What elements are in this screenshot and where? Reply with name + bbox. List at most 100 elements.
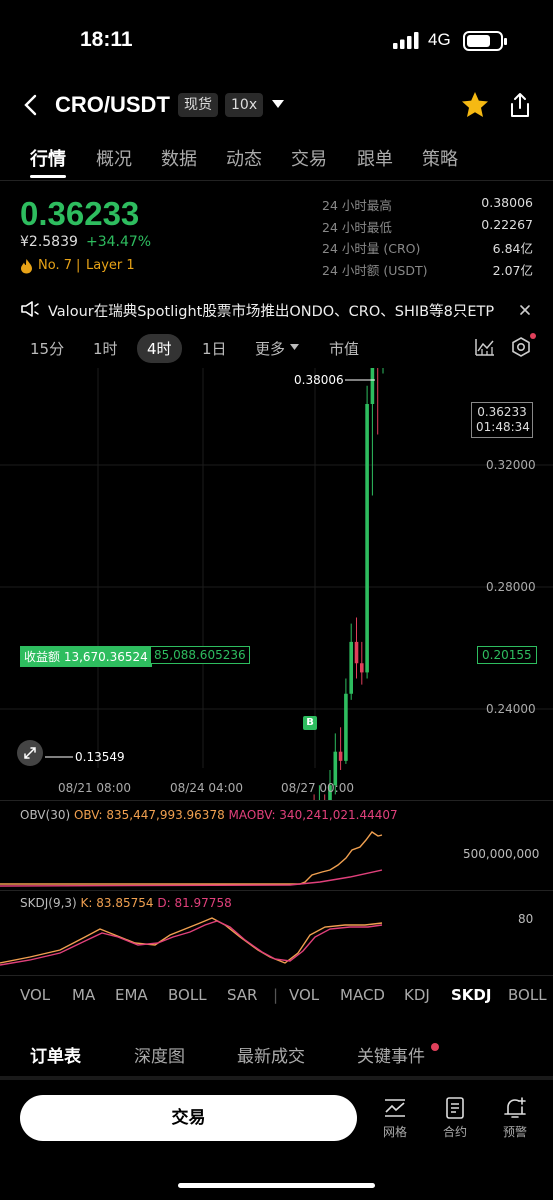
position-amount: 85,088.605236	[150, 646, 250, 664]
share-icon[interactable]	[507, 91, 533, 119]
price-axis-label: 0.28000	[486, 580, 536, 594]
position-pnl-label[interactable]: 收益额 13,670.36524	[20, 646, 152, 667]
current-price-tag: 0.36233 01:48:34	[471, 402, 533, 438]
indicator-icon[interactable]	[474, 337, 496, 357]
market-cap-toggle[interactable]: 市值	[329, 338, 359, 359]
time-axis-label: 08/21 08:00	[58, 781, 131, 795]
contract-label: 合约	[442, 1125, 467, 1139]
divider	[0, 180, 553, 181]
fire-icon	[21, 259, 32, 274]
notification-dot	[530, 333, 536, 339]
stat-label: 24 小时最高	[322, 198, 392, 213]
contract-button[interactable]: 合约	[435, 1096, 475, 1140]
layer-badge[interactable]: Layer 1	[86, 258, 135, 273]
indicator-vol[interactable]: VOL	[20, 986, 50, 1004]
tab-activity[interactable]: 动态	[226, 145, 262, 171]
indicator-sar[interactable]: SAR	[227, 986, 257, 1004]
indicator-separator: |	[273, 986, 279, 1004]
price-change: +34.47%	[86, 234, 152, 250]
alert-label: 预警	[502, 1125, 527, 1139]
back-icon[interactable]	[22, 94, 40, 116]
tab-strategy[interactable]: 策略	[422, 145, 458, 171]
time-axis-label: 08/24 04:00	[170, 781, 243, 795]
interval-4h[interactable]: 4时	[137, 334, 182, 363]
grid-icon	[385, 1099, 405, 1117]
tab-data[interactable]: 数据	[161, 145, 197, 171]
current-price-value: 0.36233	[477, 405, 527, 419]
indicator-boll-sub[interactable]: BOLL	[508, 986, 547, 1004]
interval-1h[interactable]: 1时	[93, 338, 118, 359]
candle-body	[365, 404, 369, 673]
tab-copytrade[interactable]: 跟单	[357, 145, 393, 171]
tab-latest-trades[interactable]: 最新成交	[237, 1042, 305, 1067]
settings-icon[interactable]	[510, 336, 532, 358]
market-type-badge: 现货	[178, 93, 218, 117]
tab-order-book[interactable]: 订单表	[30, 1042, 81, 1067]
interval-more[interactable]: 更多	[255, 338, 285, 359]
low-line	[45, 756, 73, 758]
leverage-badge: 10x	[225, 93, 264, 117]
candle-countdown: 01:48:34	[476, 420, 530, 434]
trade-button[interactable]: 交易	[20, 1095, 357, 1141]
tab-market[interactable]: 行情	[30, 145, 66, 171]
rank-badge[interactable]: No. 7	[38, 258, 72, 273]
indicator-ma[interactable]: MA	[72, 986, 95, 1004]
speaker-icon	[21, 301, 39, 317]
divider	[0, 800, 553, 801]
indicator-vol-sub[interactable]: VOL	[289, 986, 319, 1004]
indicator-boll[interactable]: BOLL	[168, 986, 207, 1004]
price-axis-label: 0.32000	[486, 458, 536, 472]
position-price: 0.20155	[477, 646, 537, 664]
candle-body	[344, 693, 348, 761]
buy-marker[interactable]: B	[303, 716, 317, 730]
indicator-kdj[interactable]: KDJ	[404, 986, 430, 1004]
indicator-macd[interactable]: MACD	[340, 986, 385, 1004]
stat-value: 2.07亿	[492, 263, 533, 278]
interval-1d[interactable]: 1日	[202, 338, 227, 359]
divider	[0, 1076, 553, 1080]
home-indicator	[178, 1183, 375, 1188]
candle-body	[370, 368, 375, 404]
last-price: 0.36233	[20, 195, 140, 232]
indicator-skdj[interactable]: SKDJ	[451, 986, 491, 1004]
stat-value: 0.38006	[481, 195, 533, 210]
candle-body	[360, 663, 364, 673]
candle-body	[349, 641, 353, 694]
tab-trade[interactable]: 交易	[291, 145, 327, 171]
low-label: 0.13549	[75, 750, 125, 764]
close-icon[interactable]	[519, 304, 531, 316]
alert-button[interactable]: 预警	[495, 1096, 535, 1140]
grid-button[interactable]: 网格	[375, 1096, 415, 1140]
star-icon[interactable]	[460, 90, 490, 120]
divider	[0, 890, 553, 891]
chevron-down-icon	[290, 344, 299, 350]
candle-body	[338, 751, 343, 761]
interval-15m[interactable]: 15分	[30, 338, 64, 359]
obv-chart	[0, 831, 383, 887]
indicator-ema[interactable]: EMA	[115, 986, 148, 1004]
status-time: 18:11	[80, 28, 133, 51]
time-axis-label: 08/27 00:00	[281, 781, 354, 795]
tab-overview[interactable]: 概况	[96, 145, 132, 171]
tab-underline	[30, 175, 66, 178]
divider	[0, 975, 553, 976]
tab-key-events[interactable]: 关键事件	[357, 1042, 425, 1067]
candle-body	[354, 641, 359, 664]
news-ticker[interactable]: Valour在瑞典Spotlight股票市场推出ONDO、CRO、SHIB等8只…	[48, 300, 508, 321]
skdj-chart	[0, 917, 383, 966]
dropdown-icon[interactable]	[271, 99, 285, 109]
stat-value: 6.84亿	[492, 241, 533, 256]
battery-icon	[463, 31, 507, 51]
notification-dot	[431, 1043, 439, 1051]
contract-icon	[446, 1097, 464, 1119]
network-type: 4G	[428, 30, 451, 49]
stat-label: 24 小时最低	[322, 220, 392, 235]
stat-value: 0.22267	[481, 217, 533, 232]
pair-title[interactable]: CRO/USDT	[55, 92, 170, 118]
high-label: 0.38006	[294, 373, 344, 387]
bell-plus-icon	[504, 1097, 526, 1118]
high-line	[345, 379, 375, 381]
expand-chart-icon[interactable]	[17, 740, 43, 766]
stat-label: 24 小时额 (USDT)	[322, 263, 428, 278]
tab-depth-chart[interactable]: 深度图	[134, 1042, 185, 1067]
